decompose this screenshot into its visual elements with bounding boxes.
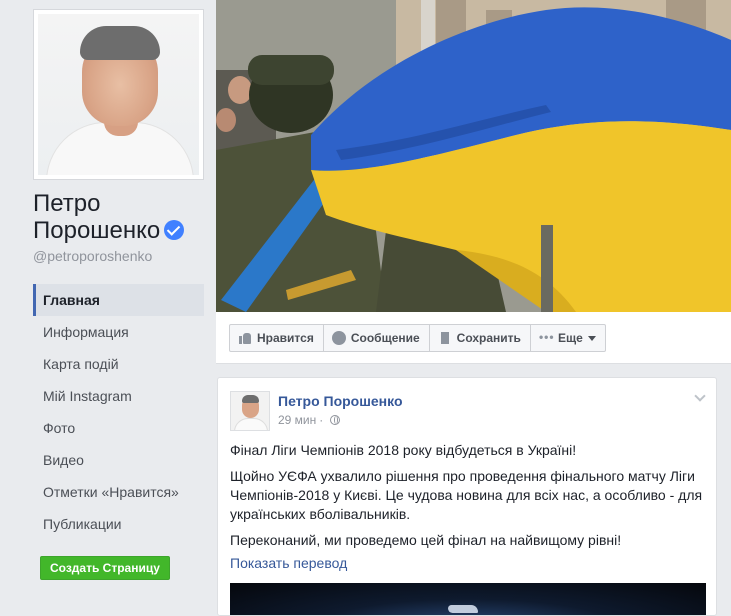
profile-photo [38, 14, 199, 175]
like-page-button[interactable]: Нравится [229, 324, 324, 352]
post-paragraph: Фінал Ліги Чемпіонів 2018 року відбудеть… [230, 442, 577, 458]
more-dots-icon: ••• [538, 330, 555, 344]
nav-item-photos[interactable]: Фото [33, 412, 204, 444]
globe-icon[interactable] [330, 415, 341, 425]
page-title-line2: Порошенко [33, 217, 161, 244]
save-button[interactable]: Сохранить [428, 324, 531, 352]
message-icon [331, 331, 346, 345]
message-label: Сообщение [350, 331, 420, 345]
post-meta: 29 мин · [278, 413, 341, 427]
left-column: Петро Порошенко @petroporoshenko Главная… [0, 0, 216, 616]
page-title-line1: Петро [33, 190, 101, 217]
page-title[interactable]: Петро Порошенко [33, 190, 213, 244]
nav-item-info[interactable]: Информация [33, 316, 204, 348]
profile-picture[interactable] [33, 9, 204, 180]
verified-badge-icon [164, 220, 185, 240]
post-paragraph: Переконаний, ми проведемо цей фінал на н… [230, 532, 622, 548]
post-card: Петро Порошенко 29 мин · Фінал Ліги Чемп… [217, 377, 717, 616]
media-trophy-glow [448, 605, 478, 613]
post-body: Фінал Ліги Чемпіонів 2018 року відбудеть… [230, 441, 710, 557]
page-handle[interactable]: @petroporoshenko [33, 248, 152, 264]
caret-down-icon [587, 335, 596, 341]
nav-item-likes[interactable]: Отметки «Нравится» [33, 476, 204, 508]
create-page-button[interactable]: Создать Страницу [40, 556, 170, 580]
post-paragraph: Щойно УЄФА ухвалило рішення про проведен… [230, 468, 703, 522]
cover-image [216, 0, 731, 312]
nav-item-home[interactable]: Главная [33, 284, 204, 316]
more-button[interactable]: ••• Еще [529, 324, 606, 352]
post-media[interactable] [230, 583, 706, 615]
more-label: Еще [557, 331, 583, 345]
nav-item-videos[interactable]: Видео [33, 444, 204, 476]
chevron-down-icon[interactable] [694, 390, 706, 402]
nav-item-events-map[interactable]: Карта подій [33, 348, 204, 380]
like-label: Нравится [257, 331, 314, 345]
save-label: Сохранить [456, 331, 521, 345]
bookmark-icon [438, 331, 452, 345]
show-translation-link[interactable]: Показать перевод [230, 555, 347, 571]
page-nav: Главная Информация Карта подій Мій Insta… [33, 284, 204, 540]
page-action-bar: Нравится Сообщение Сохранить ••• Еще [216, 312, 731, 364]
post-author-avatar[interactable] [230, 391, 270, 431]
cover-photo[interactable] [216, 0, 731, 312]
message-button[interactable]: Сообщение [322, 324, 430, 352]
nav-item-posts[interactable]: Публикации [33, 508, 204, 540]
post-timestamp[interactable]: 29 мин [278, 413, 316, 427]
nav-item-instagram[interactable]: Мій Instagram [33, 380, 204, 412]
post-author-name[interactable]: Петро Порошенко [278, 393, 403, 409]
like-icon [238, 331, 252, 345]
